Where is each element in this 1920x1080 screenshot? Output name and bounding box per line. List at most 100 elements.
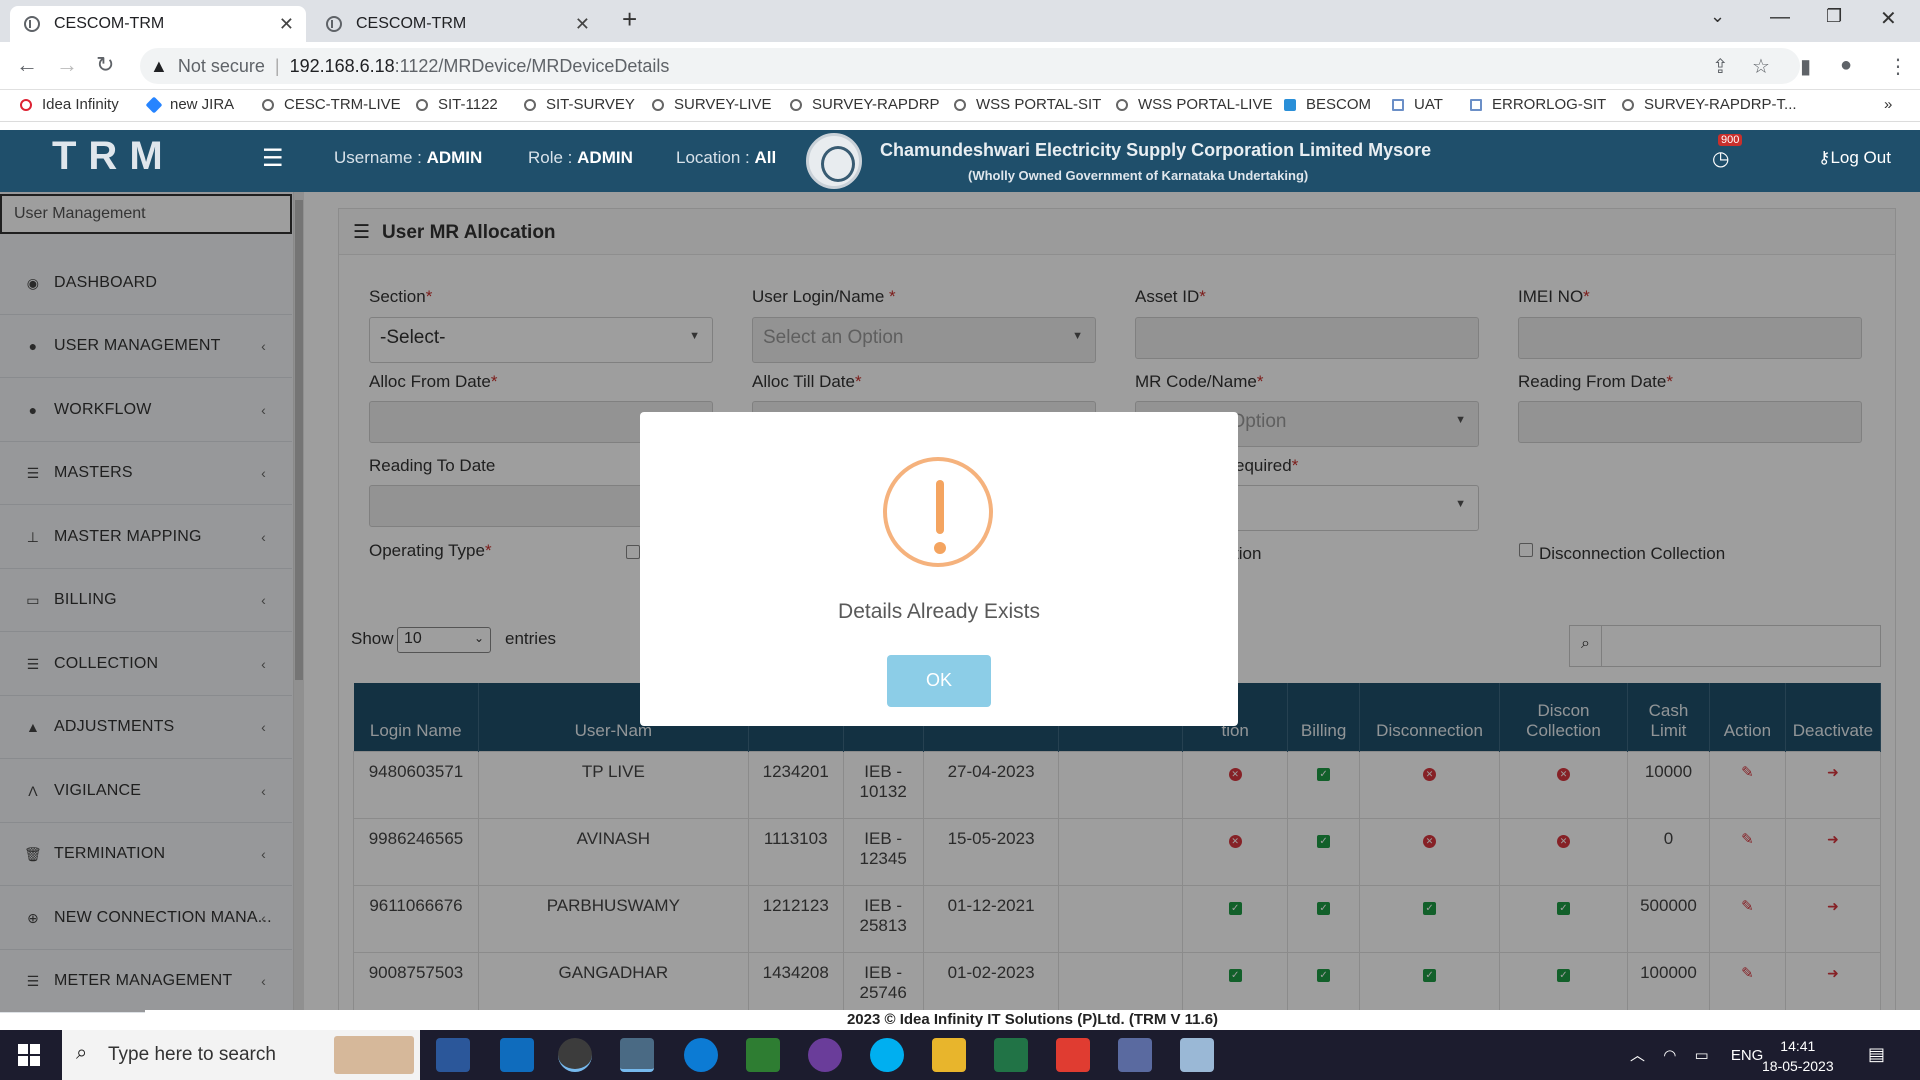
hamburger-menu-icon[interactable]: ☰ <box>262 144 284 173</box>
location-info: Location : All <box>676 148 777 167</box>
back-icon[interactable]: ← <box>16 52 38 78</box>
chrome-app-icon[interactable] <box>558 1038 592 1072</box>
bookmark-item[interactable]: SIT-SURVEY <box>524 96 635 113</box>
outlook-app-icon[interactable] <box>500 1038 534 1072</box>
bookmarks-bar: Idea Infinity new JIRA CESC-TRM-LIVE SIT… <box>0 90 1920 122</box>
bookmark-icon <box>262 98 274 111</box>
close-tab-icon[interactable]: ✕ <box>279 14 294 35</box>
bookmark-star-icon[interactable]: ☆ <box>1752 54 1770 79</box>
app-logo: TRM <box>52 134 175 178</box>
clock-time: 14:41 <box>1780 1038 1816 1054</box>
search-icon: ⌕ <box>76 1042 88 1064</box>
browser-tab-active[interactable]: CESCOM-TRM ✕ <box>10 6 306 42</box>
document-icon <box>1392 98 1404 111</box>
bookmark-item[interactable]: new JIRA <box>145 96 234 113</box>
action-center-icon[interactable]: ▤ <box>1868 1044 1885 1065</box>
system-tray: ︿ ◠ ▭ ENG <box>1630 1044 1763 1065</box>
close-window-icon[interactable]: ✕ <box>1880 6 1897 31</box>
address-bar-row: ← → ↻ ▲ Not secure | 192.168.6.18 :1122/… <box>0 42 1920 90</box>
key-icon: ⚷ <box>1818 148 1831 167</box>
bookmark-item[interactable]: WSS PORTAL-LIVE <box>1116 96 1272 113</box>
more-bookmarks-icon[interactable]: » <box>1884 96 1892 113</box>
url-separator: | <box>274 55 280 76</box>
role-info: Role : ADMIN <box>528 148 633 167</box>
url-path: :1122/MRDevice/MRDeviceDetails <box>394 55 670 76</box>
corporation-subtitle: (Wholly Owned Government of Karnataka Un… <box>968 168 1309 183</box>
excel-app-icon[interactable] <box>994 1038 1028 1072</box>
alert-message: Details Already Exists <box>838 600 1040 623</box>
search-highlight-image <box>334 1036 414 1074</box>
browser-tab[interactable]: CESCOM-TRM ✕ <box>312 6 602 42</box>
edge-app-icon[interactable] <box>684 1038 718 1072</box>
warning-icon-bar <box>936 480 944 534</box>
username-info: Username : ADMIN <box>334 148 483 167</box>
tab-title: CESCOM-TRM <box>54 15 165 32</box>
wifi-icon[interactable]: ◠ <box>1663 1047 1676 1064</box>
alert-dialog: Details Already Exists OK <box>640 412 1238 726</box>
language-indicator[interactable]: ENG <box>1731 1047 1764 1064</box>
bookmark-icon <box>20 98 32 111</box>
clock-date: 18-05-2023 <box>1762 1058 1834 1074</box>
bookmark-icon <box>652 98 664 111</box>
taskbar-search-box[interactable]: ⌕ Type here to search <box>62 1030 420 1080</box>
bookmark-item[interactable]: SURVEY-RAPDRP <box>790 96 940 113</box>
bookmark-icon <box>790 98 802 111</box>
forward-icon[interactable]: → <box>56 52 78 78</box>
battery-icon[interactable]: ▭ <box>1694 1047 1708 1064</box>
word-app-icon[interactable] <box>436 1038 470 1072</box>
paint-app-icon[interactable] <box>808 1038 842 1072</box>
site-favicon-icon <box>24 16 40 32</box>
document-icon <box>1470 98 1482 111</box>
minimize-icon[interactable]: — <box>1770 6 1790 29</box>
bookmark-icon <box>524 98 536 111</box>
bookmark-item[interactable]: SURVEY-RAPDRP-T... <box>1622 96 1797 113</box>
skype-app-icon[interactable] <box>870 1038 904 1072</box>
tablet-app-icon[interactable] <box>1180 1038 1214 1072</box>
bookmark-item[interactable]: SURVEY-LIVE <box>652 96 772 113</box>
side-panel-icon[interactable]: ▮ <box>1800 54 1811 79</box>
bookmark-item[interactable]: Idea Infinity <box>20 96 119 113</box>
bookmark-item[interactable]: ERRORLOG-SIT <box>1470 96 1606 113</box>
warning-icon-dot <box>934 542 946 554</box>
remote-desktop-app-icon[interactable] <box>1118 1038 1152 1072</box>
jira-icon <box>145 96 163 113</box>
skype-business-app-icon[interactable] <box>620 1038 654 1072</box>
bookmark-item[interactable]: WSS PORTAL-SIT <box>954 96 1101 113</box>
bookmark-item[interactable]: UAT <box>1392 96 1443 113</box>
anydesk-app-icon[interactable] <box>1056 1038 1090 1072</box>
bookmark-item[interactable]: CESC-TRM-LIVE <box>262 96 401 113</box>
ok-button[interactable]: OK <box>887 655 991 707</box>
bookmark-icon <box>954 98 966 111</box>
file-explorer-app-icon[interactable] <box>932 1038 966 1072</box>
not-secure-label: Not secure <box>177 55 265 76</box>
url-host: 192.168.6.18 <box>289 55 395 76</box>
url-bar[interactable]: ▲ Not secure | 192.168.6.18 :1122/MRDevi… <box>140 48 1800 84</box>
reload-icon[interactable]: ↻ <box>96 52 114 78</box>
bookmark-icon <box>416 98 428 111</box>
notepad-app-icon[interactable] <box>746 1038 780 1072</box>
windows-taskbar: ⌕ Type here to search ︿ ◠ ▭ ENG 14:41 18… <box>0 1030 1920 1080</box>
restore-icon[interactable]: ❐ <box>1826 6 1842 27</box>
warning-triangle-icon: ▲ <box>150 55 168 76</box>
share-icon[interactable]: ⇪ <box>1712 54 1729 79</box>
bookmark-icon <box>1622 98 1634 111</box>
tab-title: CESCOM-TRM <box>356 15 467 32</box>
bookmark-item[interactable]: SIT-1122 <box>416 96 498 113</box>
chevron-up-icon[interactable]: ︿ <box>1630 1047 1645 1064</box>
profile-icon[interactable]: ● <box>1840 54 1852 77</box>
notification-clock-icon[interactable]: ◷ <box>1712 146 1729 171</box>
browser-tab-bar: CESCOM-TRM ✕ CESCOM-TRM ✕ + ⌄ — ❐ ✕ <box>0 0 1920 42</box>
bescom-icon <box>1284 98 1296 111</box>
close-tab-icon[interactable]: ✕ <box>575 14 590 35</box>
tab-search-chevron-icon[interactable]: ⌄ <box>1710 6 1725 27</box>
windows-start-icon[interactable] <box>18 1044 40 1066</box>
new-tab-icon[interactable]: + <box>622 4 637 35</box>
taskbar-clock[interactable]: 14:41 18-05-2023 <box>1762 1036 1834 1076</box>
corporation-name: Chamundeshwari Electricity Supply Corpor… <box>880 140 1432 160</box>
bookmark-item[interactable]: BESCOM <box>1284 96 1371 113</box>
bookmark-icon <box>1116 98 1128 111</box>
notification-count-badge: 900 <box>1718 134 1743 146</box>
logout-button[interactable]: ⚷Log Out <box>1818 148 1891 168</box>
menu-kebab-icon[interactable]: ⋮ <box>1888 54 1908 79</box>
footer-copyright: 2023 © Idea Infinity IT Solutions (P)Ltd… <box>145 1010 1920 1030</box>
